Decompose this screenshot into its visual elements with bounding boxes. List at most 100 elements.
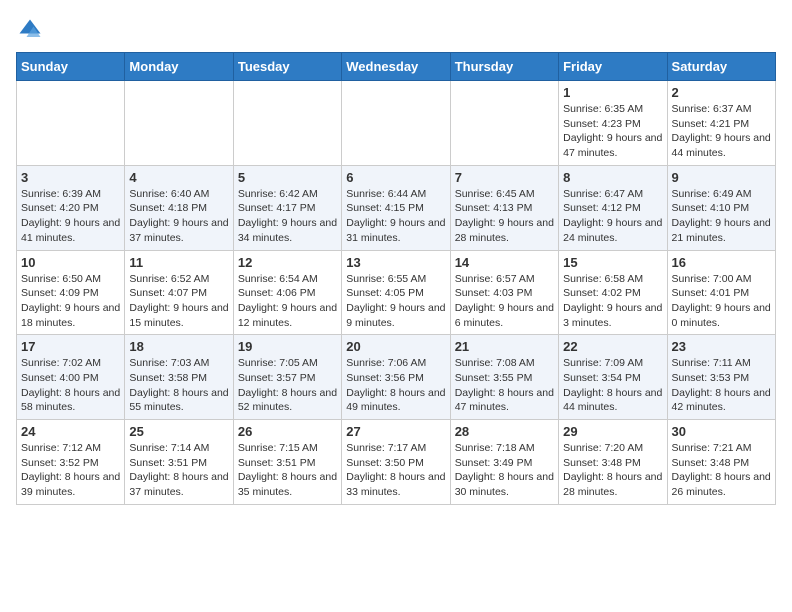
day-info: Sunrise: 7:11 AM Sunset: 3:53 PM Dayligh… bbox=[672, 356, 771, 415]
day-cell: 24 Sunrise: 7:12 AM Sunset: 3:52 PM Dayli… bbox=[17, 420, 125, 505]
week-row-3: 10 Sunrise: 6:50 AM Sunset: 4:09 PM Dayli… bbox=[17, 250, 776, 335]
day-cell: 25 Sunrise: 7:14 AM Sunset: 3:51 PM Dayli… bbox=[125, 420, 233, 505]
day-cell: 28Sunrise: 7:18 AM Sunset: 3:49 PM Dayli… bbox=[450, 420, 558, 505]
day-number: 4 bbox=[129, 170, 228, 185]
day-cell bbox=[233, 81, 341, 166]
day-info: Sunrise: 7:18 AM Sunset: 3:49 PM Dayligh… bbox=[455, 441, 554, 500]
day-info: Sunrise: 7:05 AM Sunset: 3:57 PM Dayligh… bbox=[238, 356, 337, 415]
day-info: Sunrise: 7:02 AM Sunset: 4:00 PM Dayligh… bbox=[21, 356, 120, 415]
day-number: 2 bbox=[672, 85, 771, 100]
day-info: Sunrise: 7:21 AM Sunset: 3:48 PM Dayligh… bbox=[672, 441, 771, 500]
day-number: 30 bbox=[672, 424, 771, 439]
day-cell bbox=[342, 81, 450, 166]
day-cell: 2 Sunrise: 6:37 AM Sunset: 4:21 PM Daylig… bbox=[667, 81, 775, 166]
day-info: Sunrise: 6:37 AM Sunset: 4:21 PM Dayligh… bbox=[672, 102, 771, 161]
day-info: Sunrise: 7:09 AM Sunset: 3:54 PM Dayligh… bbox=[563, 356, 662, 415]
day-number: 15 bbox=[563, 255, 662, 270]
header-tuesday: Tuesday bbox=[233, 53, 341, 81]
day-cell: 21 Sunrise: 7:08 AM Sunset: 3:55 PM Dayli… bbox=[450, 335, 558, 420]
day-number: 24 bbox=[21, 424, 120, 439]
logo-icon bbox=[16, 16, 44, 44]
day-number: 17 bbox=[21, 339, 120, 354]
day-cell bbox=[125, 81, 233, 166]
day-cell: 4 Sunrise: 6:40 AM Sunset: 4:18 PM Daylig… bbox=[125, 165, 233, 250]
page-header bbox=[16, 16, 776, 44]
day-cell: 23Sunrise: 7:11 AM Sunset: 3:53 PM Dayli… bbox=[667, 335, 775, 420]
day-number: 3 bbox=[21, 170, 120, 185]
day-cell: 18 Sunrise: 7:03 AM Sunset: 3:58 PM Dayli… bbox=[125, 335, 233, 420]
day-number: 8 bbox=[563, 170, 662, 185]
day-cell: 10 Sunrise: 6:50 AM Sunset: 4:09 PM Dayli… bbox=[17, 250, 125, 335]
day-number: 20 bbox=[346, 339, 445, 354]
day-info: Sunrise: 6:44 AM Sunset: 4:15 PM Dayligh… bbox=[346, 187, 445, 246]
day-info: Sunrise: 7:17 AM Sunset: 3:50 PM Dayligh… bbox=[346, 441, 445, 500]
day-number: 26 bbox=[238, 424, 337, 439]
day-info: Sunrise: 7:20 AM Sunset: 3:48 PM Dayligh… bbox=[563, 441, 662, 500]
day-number: 27 bbox=[346, 424, 445, 439]
calendar-body: 1Sunrise: 6:35 AM Sunset: 4:23 PM Daylig… bbox=[17, 81, 776, 505]
day-cell: 19 Sunrise: 7:05 AM Sunset: 3:57 PM Dayli… bbox=[233, 335, 341, 420]
week-row-4: 17 Sunrise: 7:02 AM Sunset: 4:00 PM Dayli… bbox=[17, 335, 776, 420]
day-info: Sunrise: 7:00 AM Sunset: 4:01 PM Dayligh… bbox=[672, 272, 771, 331]
day-info: Sunrise: 6:52 AM Sunset: 4:07 PM Dayligh… bbox=[129, 272, 228, 331]
day-number: 7 bbox=[455, 170, 554, 185]
day-cell: 30 Sunrise: 7:21 AM Sunset: 3:48 PM Dayli… bbox=[667, 420, 775, 505]
day-number: 16 bbox=[672, 255, 771, 270]
day-cell: 26 Sunrise: 7:15 AM Sunset: 3:51 PM Dayli… bbox=[233, 420, 341, 505]
day-info: Sunrise: 7:12 AM Sunset: 3:52 PM Dayligh… bbox=[21, 441, 120, 500]
day-info: Sunrise: 6:57 AM Sunset: 4:03 PM Dayligh… bbox=[455, 272, 554, 331]
calendar-table: SundayMondayTuesdayWednesdayThursdayFrid… bbox=[16, 52, 776, 505]
day-info: Sunrise: 6:54 AM Sunset: 4:06 PM Dayligh… bbox=[238, 272, 337, 331]
day-cell: 12 Sunrise: 6:54 AM Sunset: 4:06 PM Dayli… bbox=[233, 250, 341, 335]
day-cell bbox=[450, 81, 558, 166]
day-number: 22 bbox=[563, 339, 662, 354]
header-monday: Monday bbox=[125, 53, 233, 81]
day-info: Sunrise: 7:15 AM Sunset: 3:51 PM Dayligh… bbox=[238, 441, 337, 500]
day-number: 19 bbox=[238, 339, 337, 354]
day-number: 21 bbox=[455, 339, 554, 354]
day-cell: 16 Sunrise: 7:00 AM Sunset: 4:01 PM Dayli… bbox=[667, 250, 775, 335]
day-cell: 6 Sunrise: 6:44 AM Sunset: 4:15 PM Daylig… bbox=[342, 165, 450, 250]
day-cell: 5Sunrise: 6:42 AM Sunset: 4:17 PM Daylig… bbox=[233, 165, 341, 250]
day-number: 9 bbox=[672, 170, 771, 185]
day-number: 29 bbox=[563, 424, 662, 439]
day-info: Sunrise: 6:39 AM Sunset: 4:20 PM Dayligh… bbox=[21, 187, 120, 246]
day-info: Sunrise: 6:50 AM Sunset: 4:09 PM Dayligh… bbox=[21, 272, 120, 331]
day-number: 10 bbox=[21, 255, 120, 270]
day-info: Sunrise: 6:45 AM Sunset: 4:13 PM Dayligh… bbox=[455, 187, 554, 246]
day-cell: 8 Sunrise: 6:47 AM Sunset: 4:12 PM Daylig… bbox=[559, 165, 667, 250]
day-info: Sunrise: 7:06 AM Sunset: 3:56 PM Dayligh… bbox=[346, 356, 445, 415]
header-row: SundayMondayTuesdayWednesdayThursdayFrid… bbox=[17, 53, 776, 81]
day-cell: 7 Sunrise: 6:45 AM Sunset: 4:13 PM Daylig… bbox=[450, 165, 558, 250]
day-cell: 14 Sunrise: 6:57 AM Sunset: 4:03 PM Dayli… bbox=[450, 250, 558, 335]
header-friday: Friday bbox=[559, 53, 667, 81]
day-cell bbox=[17, 81, 125, 166]
day-cell: 9Sunrise: 6:49 AM Sunset: 4:10 PM Daylig… bbox=[667, 165, 775, 250]
day-cell: 27 Sunrise: 7:17 AM Sunset: 3:50 PM Dayli… bbox=[342, 420, 450, 505]
day-number: 12 bbox=[238, 255, 337, 270]
day-number: 5 bbox=[238, 170, 337, 185]
day-number: 13 bbox=[346, 255, 445, 270]
day-info: Sunrise: 6:40 AM Sunset: 4:18 PM Dayligh… bbox=[129, 187, 228, 246]
day-cell: 29 Sunrise: 7:20 AM Sunset: 3:48 PM Dayli… bbox=[559, 420, 667, 505]
day-number: 6 bbox=[346, 170, 445, 185]
day-cell: 15Sunrise: 6:58 AM Sunset: 4:02 PM Dayli… bbox=[559, 250, 667, 335]
day-info: Sunrise: 6:55 AM Sunset: 4:05 PM Dayligh… bbox=[346, 272, 445, 331]
day-cell: 20 Sunrise: 7:06 AM Sunset: 3:56 PM Dayli… bbox=[342, 335, 450, 420]
week-row-2: 3 Sunrise: 6:39 AM Sunset: 4:20 PM Daylig… bbox=[17, 165, 776, 250]
day-info: Sunrise: 7:03 AM Sunset: 3:58 PM Dayligh… bbox=[129, 356, 228, 415]
day-number: 18 bbox=[129, 339, 228, 354]
day-number: 14 bbox=[455, 255, 554, 270]
day-cell: 22 Sunrise: 7:09 AM Sunset: 3:54 PM Dayli… bbox=[559, 335, 667, 420]
day-info: Sunrise: 6:35 AM Sunset: 4:23 PM Dayligh… bbox=[563, 102, 662, 161]
day-info: Sunrise: 7:14 AM Sunset: 3:51 PM Dayligh… bbox=[129, 441, 228, 500]
day-number: 11 bbox=[129, 255, 228, 270]
day-cell: 1Sunrise: 6:35 AM Sunset: 4:23 PM Daylig… bbox=[559, 81, 667, 166]
day-info: Sunrise: 7:08 AM Sunset: 3:55 PM Dayligh… bbox=[455, 356, 554, 415]
day-number: 25 bbox=[129, 424, 228, 439]
day-info: Sunrise: 6:47 AM Sunset: 4:12 PM Dayligh… bbox=[563, 187, 662, 246]
header-thursday: Thursday bbox=[450, 53, 558, 81]
week-row-5: 24 Sunrise: 7:12 AM Sunset: 3:52 PM Dayli… bbox=[17, 420, 776, 505]
day-cell: 11 Sunrise: 6:52 AM Sunset: 4:07 PM Dayli… bbox=[125, 250, 233, 335]
calendar-header: SundayMondayTuesdayWednesdayThursdayFrid… bbox=[17, 53, 776, 81]
